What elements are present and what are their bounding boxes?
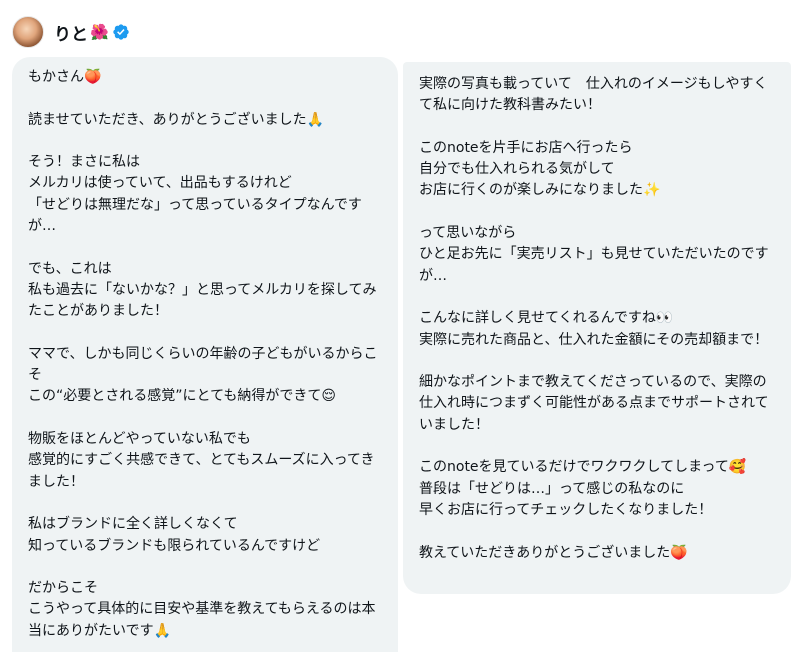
message-paragraph: 細かなポイントまで教えてくださっているので、実際の仕入れ時につまずく可能性がある…: [419, 374, 769, 433]
message-bubble-right: 実際の写真も載っていて 仕入れのイメージもしやすくて私に向けた教科書みたい！ こ…: [403, 62, 791, 594]
message-paragraph: 教えていただきありがとうございました🍑: [419, 544, 688, 561]
verified-badge-icon: [112, 23, 130, 41]
message-paragraph: だからこそ こうやって具体的に目安や基準を教えてもらえるのは本当にありがたいです…: [28, 580, 376, 639]
message-paragraph: もかさん🍑: [28, 69, 102, 85]
message-bubble-left: もかさん🍑 読ませていただき、ありがとうございました🙏 そう！まさに私は メルカ…: [12, 57, 398, 652]
message-paragraph: 物販をほとんどやっていない私でも 感覚的にすごく共感できて、とてもスムーズに入っ…: [28, 431, 375, 490]
message-paragraph: このnoteを片手にお店へ行ったら 自分でも仕入れられる気がして お店に行くのが…: [419, 139, 661, 199]
flower-emoji: 🌺: [90, 22, 109, 41]
profile-header: りと 🌺: [12, 15, 130, 49]
message-paragraph: 私はブランドに全く詳しくなくて 知っているブランドも限られているんですけど: [28, 516, 321, 554]
message-paragraph: このnoteを見ているだけでワクワクしてしまって🥰 普段は「せどりは…」って感じ…: [419, 459, 747, 518]
message-paragraph: ママで、しかも同じくらいの年齢の子どもがいるからこそ この“必要とされる感覚”に…: [28, 345, 378, 405]
message-paragraph: こんなに詳しく見せてくれるんですね👀 実際に売れた商品と、仕入れた金額にその売却…: [419, 310, 769, 348]
message-paragraph: 読ませていただき、ありがとうございました🙏: [28, 111, 325, 128]
avatar[interactable]: [12, 16, 44, 48]
message-paragraph: って思いながら ひと足お先に「実売リスト」も見せていただいたのですが…: [419, 225, 769, 284]
message-paragraph: でも、これは 私も過去に「ないかな？」と思ってメルカリを探してみたことがありまし…: [28, 260, 377, 320]
message-paragraph: 実際の写真も載っていて 仕入れのイメージもしやすくて私に向けた教科書みたい！: [419, 76, 768, 114]
display-name[interactable]: りと: [54, 20, 88, 45]
message-paragraph: そう！まさに私は メルカリは使っていて、出品もするけれど 「せどりは無理だな」っ…: [28, 154, 362, 235]
